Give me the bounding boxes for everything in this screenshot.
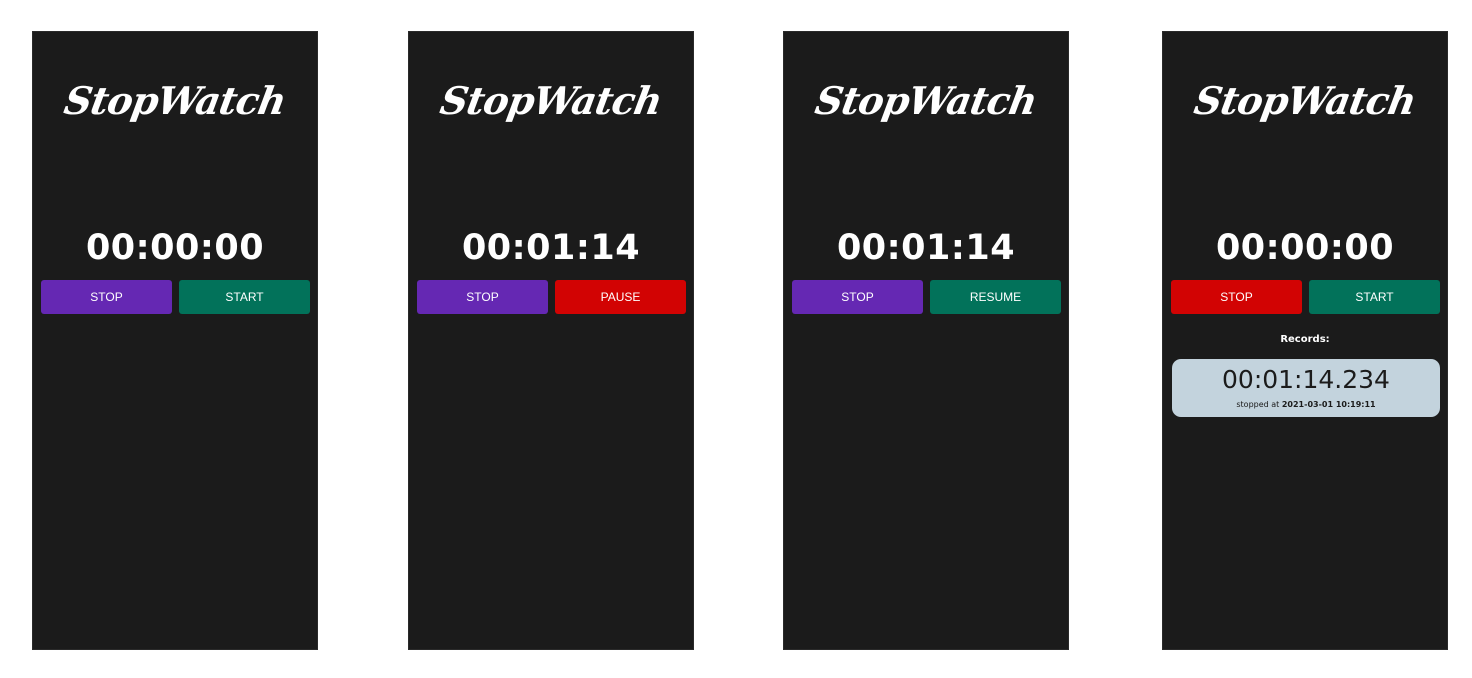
stopwatch-screen-running: StopWatch 00:01:14 STOP PAUSE (408, 31, 694, 650)
app-title: StopWatch (1190, 78, 1420, 123)
time-display: 00:00:00 (85, 228, 265, 268)
stop-button[interactable]: STOP (41, 280, 172, 314)
stop-button[interactable]: STOP (792, 280, 923, 314)
record-stopped-prefix: stopped at (1236, 400, 1280, 409)
time-display: 00:01:14 (461, 228, 641, 268)
pause-button[interactable]: PAUSE (555, 280, 686, 314)
resume-button[interactable]: RESUME (930, 280, 1061, 314)
record-time: 00:01:14.234 (1222, 365, 1390, 394)
stop-button[interactable]: STOP (1171, 280, 1302, 314)
records-heading: Records: (1280, 334, 1330, 345)
stopwatch-screen-idle: StopWatch 00:00:00 STOP START (32, 31, 318, 650)
stopwatch-screen-paused: StopWatch 00:01:14 STOP RESUME (783, 31, 1069, 650)
time-display: 00:00:00 (1215, 228, 1395, 268)
start-button[interactable]: START (179, 280, 310, 314)
stop-button[interactable]: STOP (417, 280, 548, 314)
time-display: 00:01:14 (836, 228, 1016, 268)
app-title: StopWatch (60, 78, 290, 123)
stopwatch-screen-records: StopWatch 00:00:00 STOP START Records: 0… (1162, 31, 1448, 650)
record-stopped-timestamp: 2021-03-01 10:19:11 (1281, 400, 1376, 409)
record-stopped-info: stopped at 2021-03-01 10:19:11 (1172, 400, 1440, 409)
app-title: StopWatch (436, 78, 666, 123)
record-item: 00:01:14.234 stopped at 2021-03-01 10:19… (1172, 359, 1440, 417)
start-button[interactable]: START (1309, 280, 1440, 314)
app-title: StopWatch (811, 78, 1041, 123)
